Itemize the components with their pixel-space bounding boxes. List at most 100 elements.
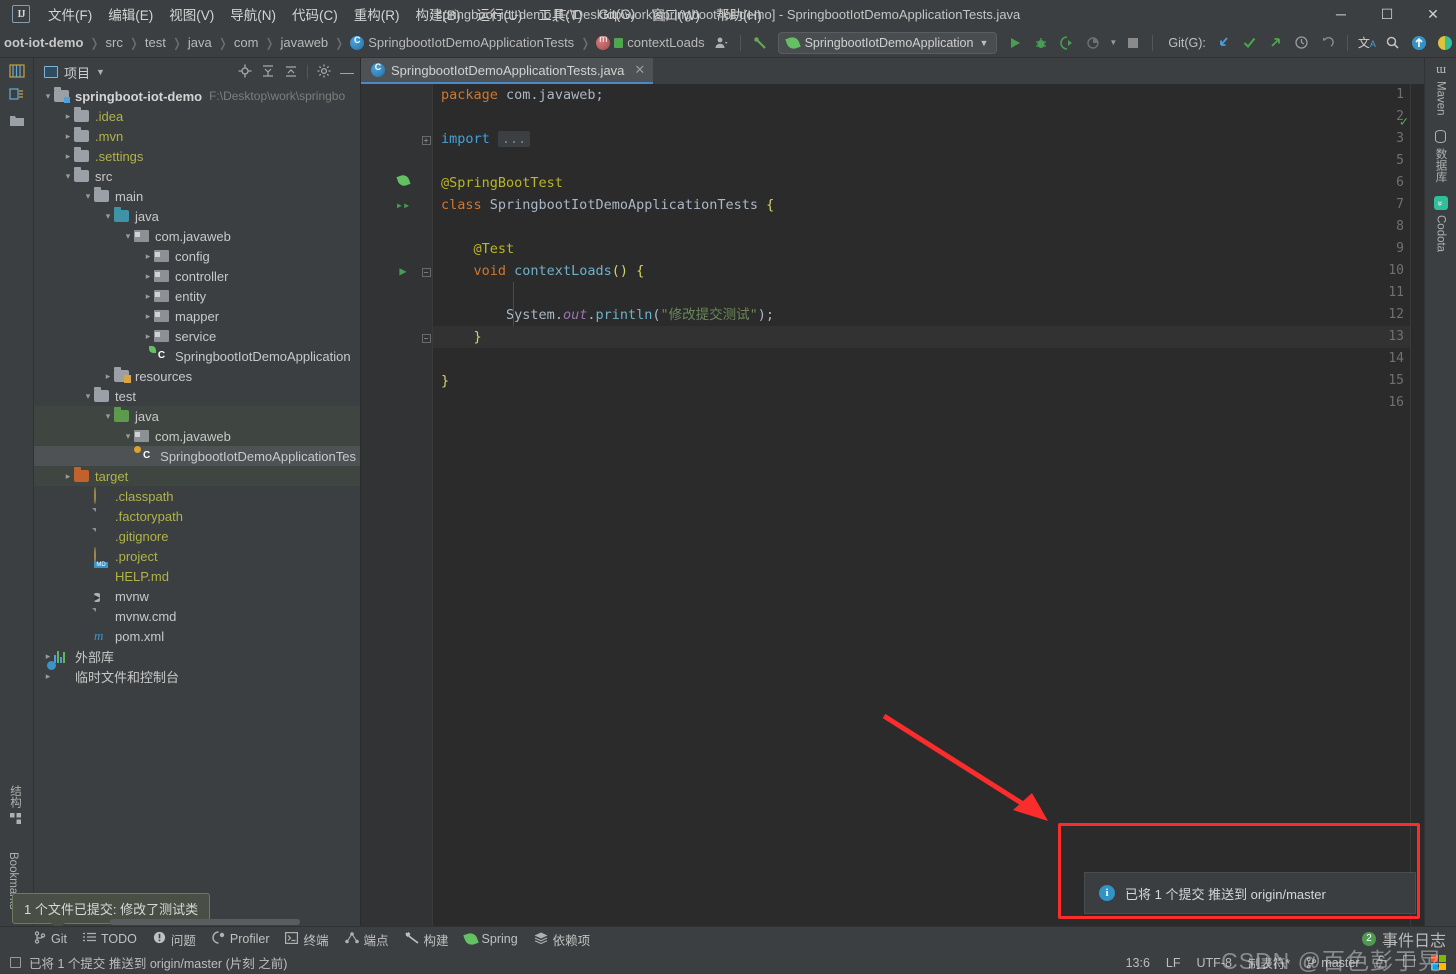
profile-button[interactable] — [1081, 32, 1105, 54]
caret-position[interactable]: 13:6 — [1126, 956, 1150, 970]
sidebar-item-structure[interactable]: 结构 — [5, 779, 25, 830]
tree-expand-arrow[interactable] — [62, 131, 74, 142]
tree-node-target[interactable]: target — [34, 466, 360, 486]
search-everywhere-icon[interactable] — [1381, 32, 1405, 54]
breadcrumb-class[interactable]: SpringbootIotDemoApplicationTests — [346, 34, 578, 51]
tree-node--project[interactable]: .project — [34, 546, 360, 566]
tree-expand-arrow[interactable] — [82, 191, 94, 202]
stop-button[interactable] — [1121, 32, 1145, 54]
tree-expand-arrow[interactable] — [142, 331, 154, 342]
updates-available-icon[interactable] — [1407, 32, 1431, 54]
tree-node-mvnw-cmd[interactable]: mvnw.cmd — [34, 606, 360, 626]
project-tool-icon[interactable] — [8, 64, 25, 83]
tool-window-endpoints[interactable]: 端点 — [344, 930, 389, 949]
tree-node-mapper[interactable]: mapper — [34, 306, 360, 326]
git-push-icon[interactable] — [1264, 32, 1288, 54]
fold-expand-icon[interactable]: + — [419, 128, 433, 150]
sidebar-item-database[interactable]: 数据库 — [1433, 129, 1449, 182]
tree-node-mvnw[interactable]: ▶ mvnw — [34, 586, 360, 606]
minimize-panel-icon[interactable]: — — [340, 64, 354, 80]
tool-window-dependencies[interactable]: 依赖项 — [534, 930, 590, 949]
menu-edit[interactable]: 编辑(E) — [100, 1, 161, 27]
code-viewport[interactable]: package com.javaweb; import ... @SpringB… — [361, 84, 1424, 926]
tool-window-terminal[interactable]: 终端 — [285, 930, 329, 949]
menu-navigate[interactable]: 导航(N) — [222, 1, 284, 27]
run-test-gutter-icon[interactable]: ▶ — [395, 260, 411, 283]
tree-expand-arrow[interactable] — [122, 231, 134, 242]
breadcrumb-project[interactable]: oot-iot-demo — [0, 34, 87, 51]
profile-dropdown-icon[interactable]: ▼ — [1107, 32, 1119, 54]
user-account-icon[interactable] — [709, 32, 733, 54]
read-only-lock-icon[interactable] — [1375, 954, 1387, 971]
run-button[interactable] — [1003, 32, 1027, 54]
tree-expand-arrow[interactable] — [142, 291, 154, 302]
tree-node--gitignore[interactable]: .gitignore — [34, 526, 360, 546]
editor-tab-active[interactable]: SpringbootIotDemoApplicationTests.java ✕ — [361, 58, 654, 84]
scroll-from-source-icon[interactable] — [238, 64, 252, 81]
tree-node-com-javaweb[interactable]: com.javaweb — [34, 226, 360, 246]
breadcrumb-test[interactable]: test — [141, 34, 170, 51]
close-tab-icon[interactable]: ✕ — [634, 62, 645, 78]
editor-fold-strip[interactable] — [419, 84, 433, 926]
breadcrumb-javaweb[interactable]: javaweb — [276, 34, 332, 51]
tree-expand-arrow[interactable] — [62, 111, 74, 122]
tree-node-help-md[interactable]: HELP.md — [34, 566, 360, 586]
gear-icon[interactable] — [317, 64, 331, 81]
breadcrumb-method[interactable]: contextLoads — [592, 34, 708, 51]
line-separator[interactable]: LF — [1166, 956, 1181, 970]
menu-build[interactable]: 构建(B) — [408, 1, 469, 27]
tree-node-java[interactable]: java — [34, 406, 360, 426]
menu-tools[interactable]: 工具(T) — [530, 1, 590, 27]
git-history-icon[interactable] — [1290, 32, 1314, 54]
minimize-button[interactable]: ─ — [1318, 0, 1364, 28]
run-all-tests-gutter-icon[interactable]: ▸▸ — [395, 194, 411, 217]
expand-all-icon[interactable] — [261, 64, 275, 81]
tree-node-controller[interactable]: controller — [34, 266, 360, 286]
main-menu[interactable]: 文件(F) 编辑(E) 视图(V) 导航(N) 代码(C) 重构(R) 构建(B… — [40, 1, 770, 27]
menu-window[interactable]: 窗口(W) — [643, 1, 708, 27]
tree-expand-arrow[interactable] — [142, 311, 154, 322]
tree-expand-arrow[interactable] — [142, 271, 154, 282]
tree-expand-arrow[interactable] — [62, 171, 74, 182]
tree-expand-arrow[interactable] — [62, 471, 74, 482]
code-text[interactable]: package com.javaweb; import ... @SpringB… — [433, 84, 1424, 926]
tool-window-todo[interactable]: TODO — [82, 932, 137, 947]
tree-node-java[interactable]: java — [34, 206, 360, 226]
inspection-ok-icon[interactable]: ✓ — [1400, 114, 1408, 130]
tree-node--idea[interactable]: .idea — [34, 106, 360, 126]
debug-button[interactable] — [1029, 32, 1053, 54]
build-hammer-icon[interactable] — [748, 32, 772, 54]
fold-collapse-icon[interactable]: − — [419, 260, 433, 282]
indent-setting[interactable]: 制表符* — [1248, 953, 1290, 972]
tool-window-build[interactable]: 构建 — [404, 930, 449, 949]
sidebar-item-maven[interactable]: m Maven — [1433, 64, 1449, 116]
event-log-button[interactable]: 2 事件日志 — [1361, 927, 1456, 951]
breadcrumb-java[interactable]: java — [184, 34, 216, 51]
project-tree[interactable]: springboot-iot-demo F:\Desktop\work\sprin… — [34, 86, 360, 926]
menu-git[interactable]: Git(G) — [591, 4, 644, 25]
codota-icon[interactable] — [1433, 32, 1456, 54]
tree-expand-arrow[interactable] — [42, 651, 54, 662]
tree-node-test[interactable]: test — [34, 386, 360, 406]
tree-expand-arrow[interactable] — [42, 671, 54, 682]
menu-refactor[interactable]: 重构(R) — [346, 1, 408, 27]
tree-node-service[interactable]: service — [34, 326, 360, 346]
project-panel-hscrollbar[interactable] — [110, 919, 300, 925]
spring-bean-gutter-icon[interactable] — [395, 172, 411, 194]
collapse-all-icon[interactable] — [284, 64, 298, 81]
tree-node-src[interactable]: src — [34, 166, 360, 186]
tree-expand-arrow[interactable] — [142, 251, 154, 262]
window-controls[interactable]: ─ ☐ ✕ — [1318, 0, 1456, 28]
tree-expand-arrow[interactable] — [42, 91, 54, 102]
breadcrumb-com[interactable]: com — [230, 34, 263, 51]
tree-node-resources[interactable]: resources — [34, 366, 360, 386]
tree-expand-arrow[interactable] — [102, 211, 114, 222]
tree-node-springboot-iot-demo[interactable]: springboot-iot-demo F:\Desktop\work\sprin… — [34, 86, 360, 106]
git-update-icon[interactable] — [1212, 32, 1236, 54]
tree-node---------[interactable]: 临时文件和控制台 — [34, 666, 360, 686]
run-with-coverage-button[interactable] — [1055, 32, 1079, 54]
tool-window-profiler[interactable]: Profiler — [212, 931, 269, 947]
tree-node--mvn[interactable]: .mvn — [34, 126, 360, 146]
menu-code[interactable]: 代码(C) — [284, 1, 346, 27]
tree-node--classpath[interactable]: .classpath — [34, 486, 360, 506]
